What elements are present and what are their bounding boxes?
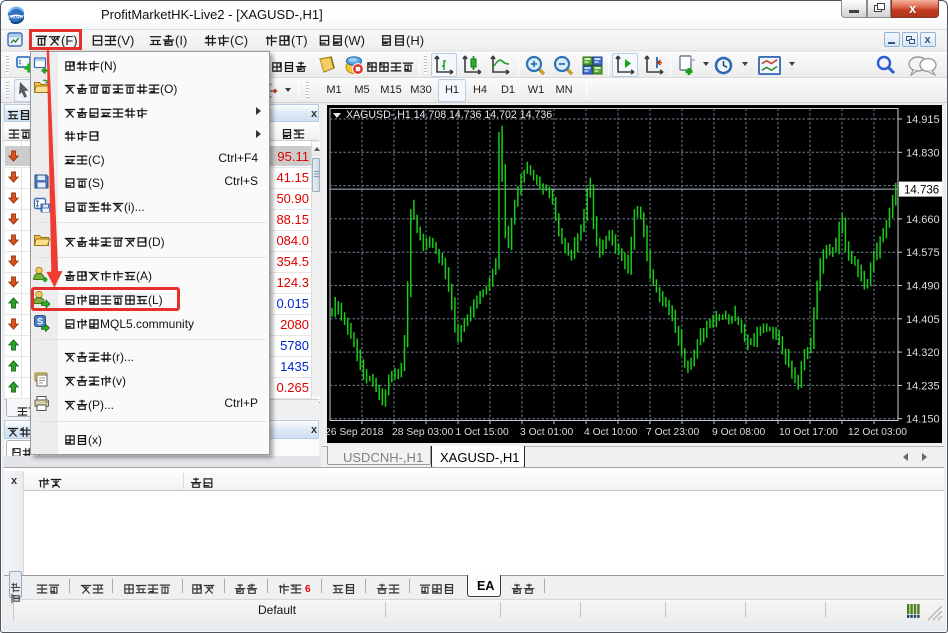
svg-text:14.320: 14.320: [906, 347, 940, 359]
svg-text:PROFIT: PROFIT: [8, 14, 24, 19]
svg-text:28 Sep 03:00: 28 Sep 03:00: [392, 427, 454, 438]
svg-text:14.915: 14.915: [906, 114, 940, 126]
svg-text:26 Sep 2018: 26 Sep 2018: [325, 427, 384, 438]
svg-text:14.490: 14.490: [906, 281, 940, 293]
svg-text:14.150: 14.150: [906, 414, 940, 426]
svg-text:3 Oct 01:00: 3 Oct 01:00: [520, 427, 574, 438]
svg-text:14.736: 14.736: [904, 185, 939, 197]
svg-text:7 Oct 23:00: 7 Oct 23:00: [646, 427, 700, 438]
svg-text:14.660: 14.660: [906, 214, 940, 226]
svg-text:14.830: 14.830: [906, 147, 940, 159]
svg-text:9 Oct 08:00: 9 Oct 08:00: [712, 427, 766, 438]
svg-text:14.575: 14.575: [906, 247, 940, 259]
svg-text:1 Oct 15:00: 1 Oct 15:00: [456, 427, 510, 438]
svg-text:12 Oct 03:00: 12 Oct 03:00: [848, 427, 907, 438]
svg-text:XAGUSD-,H1 14.708 14.736 14.70: XAGUSD-,H1 14.708 14.736 14.702 14.736: [346, 109, 552, 121]
svg-text:14.235: 14.235: [906, 380, 940, 392]
svg-text:S: S: [37, 317, 43, 327]
svg-text:4 Oct 10:00: 4 Oct 10:00: [584, 427, 638, 438]
svg-text:10 Oct 17:00: 10 Oct 17:00: [779, 427, 838, 438]
svg-text:14.405: 14.405: [906, 314, 940, 326]
